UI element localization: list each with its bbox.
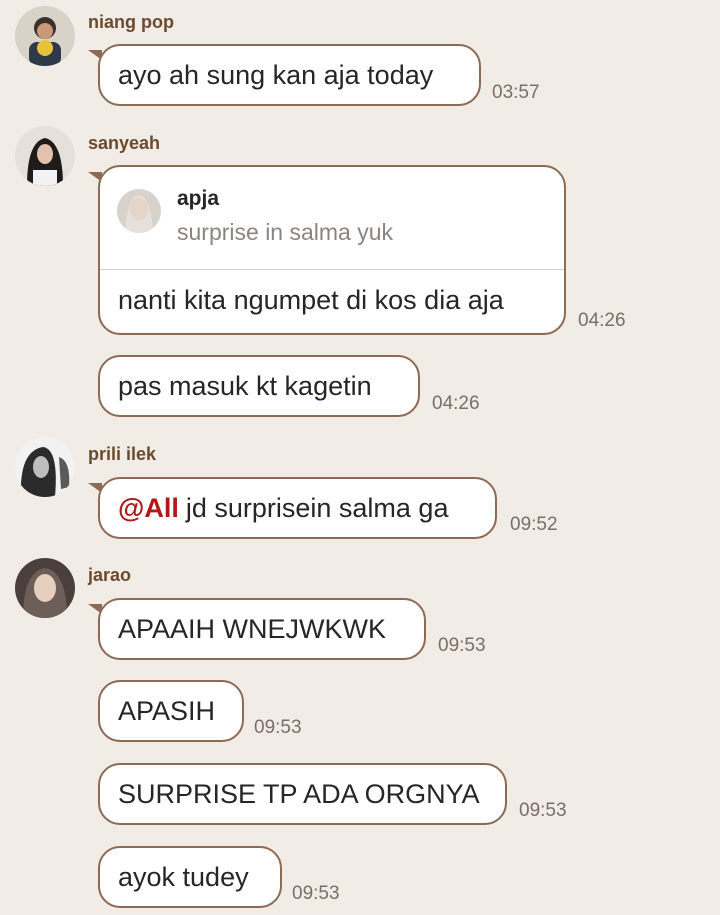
quoted-sender: apja (177, 187, 220, 210)
avatar-sanyeah[interactable] (15, 126, 75, 186)
message-text: jd surprisein salma ga (185, 492, 449, 523)
message-bubble[interactable]: APASIH (98, 680, 244, 742)
message-bubble[interactable]: ayok tudey (98, 846, 282, 908)
message-text: ayo ah sung kan aja today (118, 59, 434, 90)
quoted-text: surprise in salma yuk (177, 219, 394, 245)
message-time: 04:26 (578, 310, 626, 331)
message-bubble[interactable]: @All jd surprisein salma ga (98, 477, 497, 539)
message-text: APAAIH WNEJWKWK (118, 613, 387, 644)
message-text: APASIH (118, 695, 216, 726)
message-text: SURPRISE TP ADA ORGNYA (118, 778, 480, 809)
quoted-message[interactable]: apja surprise in salma yuk (100, 167, 564, 270)
sender-name[interactable]: sanyeah (88, 133, 160, 154)
message-bubble[interactable]: APAAIH WNEJWKWK (98, 598, 426, 660)
avatar-prili-ilek[interactable] (15, 437, 75, 497)
quoted-avatar (117, 189, 161, 233)
sender-name[interactable]: niang pop (88, 12, 174, 33)
sender-name[interactable]: jarao (88, 565, 131, 586)
message-time: 09:53 (292, 883, 340, 904)
message-text: pas masuk kt kagetin (118, 370, 372, 401)
message-bubble[interactable]: pas masuk kt kagetin (98, 355, 420, 417)
message-bubble[interactable]: ayo ah sung kan aja today (98, 44, 481, 106)
message-time: 03:57 (492, 82, 540, 103)
message-bubble[interactable]: SURPRISE TP ADA ORGNYA (98, 763, 507, 825)
message-text: nanti kita ngumpet di kos dia aja (118, 285, 504, 315)
reply-message-bubble[interactable]: apja surprise in salma yuk nanti kita ng… (98, 165, 566, 335)
sender-name[interactable]: prili ilek (88, 444, 156, 465)
avatar-jarao[interactable] (15, 558, 75, 618)
message-time: 09:53 (438, 635, 486, 656)
avatar-niang-pop[interactable] (15, 6, 75, 66)
message-time: 09:53 (519, 800, 567, 821)
message-time: 04:26 (432, 393, 480, 414)
message-time: 09:52 (510, 514, 558, 535)
message-text: ayok tudey (118, 861, 249, 892)
mention-all[interactable]: @All (118, 493, 179, 524)
message-time: 09:53 (254, 717, 302, 738)
